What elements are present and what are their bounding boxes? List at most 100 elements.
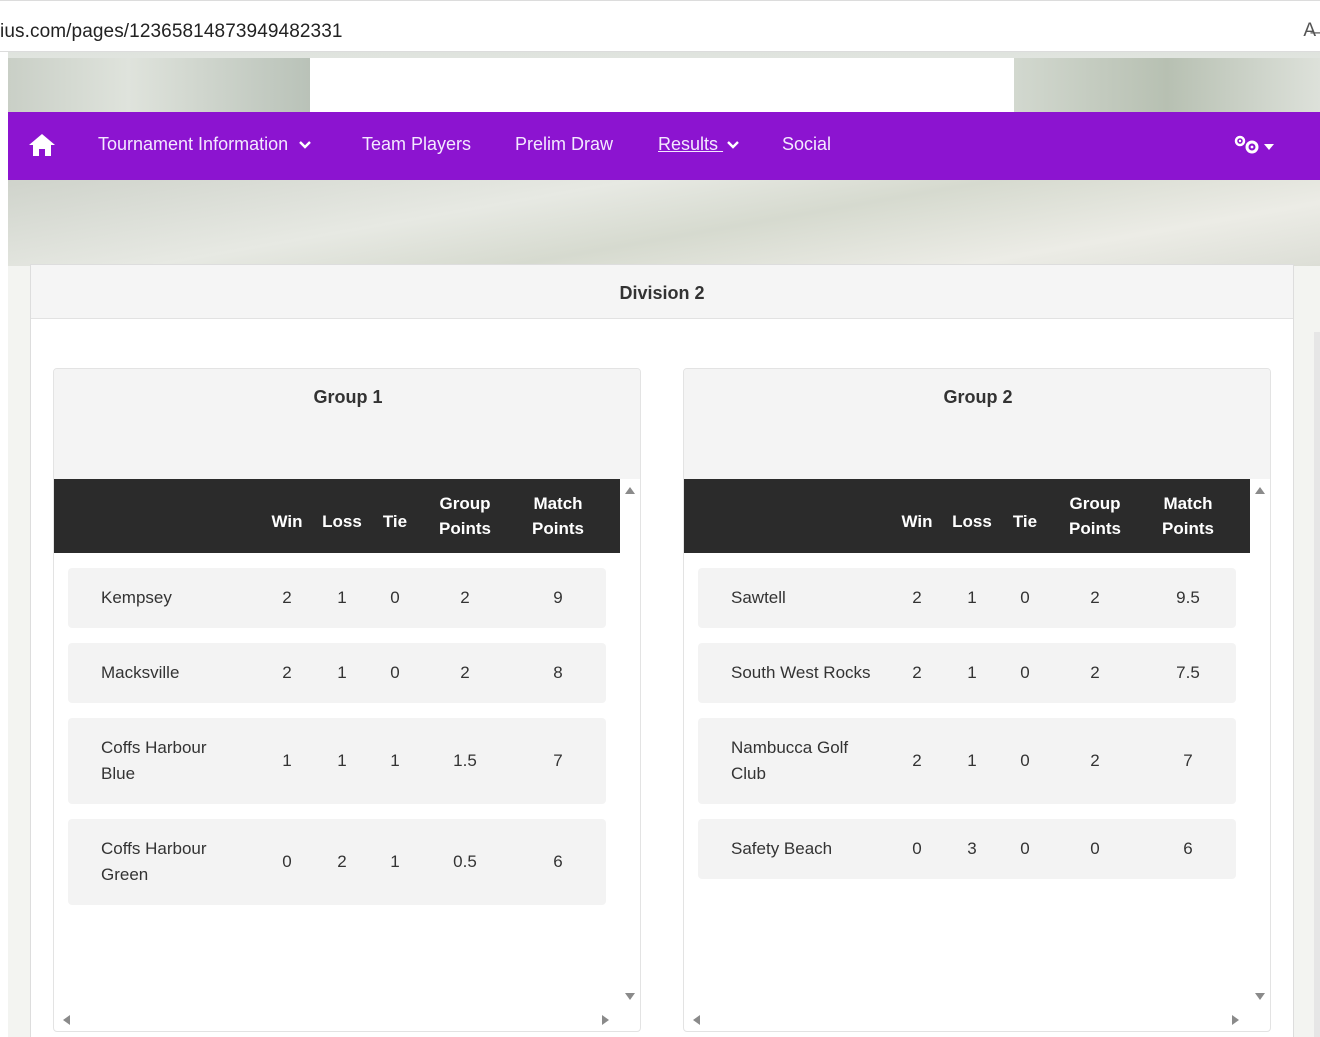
- col-match-points: Match Points: [522, 491, 594, 541]
- group-header: Group 2: [684, 369, 1270, 479]
- scroll-up-icon[interactable]: [1255, 487, 1265, 494]
- col-match-points-line1: Match: [533, 494, 583, 513]
- team-name: Kempsey: [101, 588, 172, 607]
- vertical-scrollbar[interactable]: [1250, 479, 1270, 1009]
- division-title: Division 2: [619, 283, 705, 303]
- win-value: 2: [282, 663, 292, 682]
- loss-value: 1: [967, 663, 977, 682]
- banner-area: [310, 58, 1014, 112]
- group-points-value: 0.5: [453, 852, 477, 871]
- nav-item-label: Results: [658, 134, 719, 154]
- nav-item-team-players[interactable]: Team Players: [362, 134, 471, 155]
- hero-image-right: [1014, 58, 1320, 112]
- scroll-down-icon[interactable]: [625, 993, 635, 1000]
- group-card-1: Group 1 Win Loss Tie Group Points Match …: [53, 368, 641, 1032]
- gears-icon[interactable]: [1232, 134, 1278, 158]
- group-points-value: 2: [1090, 588, 1100, 607]
- table-row[interactable]: Coffs Harbour Green 0 2 1 0.5 6: [68, 819, 606, 905]
- match-points-value: 6: [1183, 839, 1193, 858]
- table-row[interactable]: Safety Beach 0 3 0 0 6: [698, 819, 1236, 879]
- col-match-points-line1: Match: [1163, 494, 1213, 513]
- left-gutter: [0, 52, 8, 1037]
- vertical-scrollbar[interactable]: [620, 479, 640, 1009]
- group-points-value: 2: [1090, 663, 1100, 682]
- division-header: Division 2: [31, 265, 1293, 319]
- col-group-points-line1: Group: [439, 494, 491, 513]
- table-row[interactable]: South West Rocks 2 1 0 2 7.5: [698, 643, 1236, 703]
- col-loss: Loss: [322, 512, 362, 531]
- col-group-points: Group Points: [429, 491, 501, 541]
- nav-item-label: Social: [782, 134, 832, 154]
- col-match-points-line2: Points: [1162, 519, 1214, 538]
- col-win: Win: [901, 512, 933, 531]
- match-points-value: 7.5: [1176, 663, 1200, 682]
- browser-address-bar[interactable]: ius.com/pages/12365814873949482331 A̶: [0, 0, 1320, 52]
- win-value: 2: [282, 588, 292, 607]
- table-row[interactable]: Macksville 2 1 0 2 8: [68, 643, 606, 703]
- col-tie: Tie: [1012, 512, 1038, 531]
- col-win: Win: [271, 512, 303, 531]
- loss-value: 2: [337, 852, 347, 871]
- url-text[interactable]: ius.com/pages/12365814873949482331: [0, 21, 343, 43]
- group-title: Group 2: [943, 387, 1013, 407]
- loss-value: 1: [337, 751, 347, 770]
- col-tie: Tie: [382, 512, 408, 531]
- col-match-points-line2: Points: [532, 519, 584, 538]
- page: Tournament Information Team Players Prel…: [8, 52, 1320, 1037]
- col-group-points-line2: Points: [439, 519, 491, 538]
- col-group-points-line2: Points: [1069, 519, 1121, 538]
- team-name: South West Rocks: [731, 663, 871, 682]
- col-loss: Loss: [952, 512, 992, 531]
- win-value: 0: [282, 852, 292, 871]
- scroll-right-icon[interactable]: [1232, 1015, 1239, 1025]
- loss-value: 1: [967, 751, 977, 770]
- nav-item-label: Team Players: [362, 134, 472, 154]
- home-icon[interactable]: [27, 132, 57, 158]
- group-title: Group 1: [313, 387, 383, 407]
- team-name: Coffs Harbour Blue: [101, 738, 207, 783]
- chevron-down-icon: [299, 141, 311, 149]
- table-header: Win Loss Tie Group Points Match Points: [684, 479, 1250, 553]
- col-match-points: Match Points: [1152, 491, 1224, 541]
- scroll-left-icon[interactable]: [693, 1015, 700, 1025]
- group-points-value: 0: [1090, 839, 1100, 858]
- table-row[interactable]: Nambucca Golf Club 2 1 0 2 7: [698, 718, 1236, 804]
- group-points-value: 2: [1090, 751, 1100, 770]
- win-value: 1: [282, 751, 292, 770]
- match-points-value: 9: [553, 588, 563, 607]
- win-value: 2: [912, 751, 922, 770]
- match-points-value: 7: [1183, 751, 1193, 770]
- reader-view-icon[interactable]: A̶: [1303, 20, 1316, 42]
- nav-item-prelim-draw[interactable]: Prelim Draw: [515, 134, 613, 155]
- scroll-down-icon[interactable]: [1255, 993, 1265, 1000]
- table-header: Win Loss Tie Group Points Match Points: [54, 479, 620, 553]
- hero-image-left: [8, 58, 310, 112]
- horizontal-scrollbar[interactable]: [684, 1009, 1270, 1031]
- loss-value: 1: [967, 588, 977, 607]
- nav-item-results[interactable]: Results: [658, 134, 740, 155]
- match-points-value: 9.5: [1176, 588, 1200, 607]
- hero-landscape: [8, 180, 1320, 266]
- team-name: Macksville: [101, 663, 180, 682]
- nav-item-social[interactable]: Social: [782, 134, 831, 155]
- table-row[interactable]: Coffs Harbour Blue 1 1 1 1.5 7: [68, 718, 606, 804]
- horizontal-scrollbar[interactable]: [54, 1009, 640, 1031]
- scroll-left-icon[interactable]: [63, 1015, 70, 1025]
- scroll-up-icon[interactable]: [625, 487, 635, 494]
- loss-value: 3: [967, 839, 977, 858]
- col-group-points: Group Points: [1059, 491, 1131, 541]
- tie-value: 0: [390, 588, 400, 607]
- page-edge: [1314, 332, 1320, 1037]
- tie-value: 0: [1020, 751, 1030, 770]
- table-row[interactable]: Sawtell 2 1 0 2 9.5: [698, 568, 1236, 628]
- scroll-right-icon[interactable]: [602, 1015, 609, 1025]
- tie-value: 0: [390, 663, 400, 682]
- nav-item-tournament-information[interactable]: Tournament Information: [98, 134, 312, 155]
- group-points-value: 2: [460, 588, 470, 607]
- tie-value: 0: [1020, 663, 1030, 682]
- table-row[interactable]: Kempsey 2 1 0 2 9: [68, 568, 606, 628]
- team-name: Coffs Harbour Green: [101, 839, 207, 884]
- col-group-points-line1: Group: [1069, 494, 1121, 513]
- team-name: Sawtell: [731, 588, 786, 607]
- loss-value: 1: [337, 663, 347, 682]
